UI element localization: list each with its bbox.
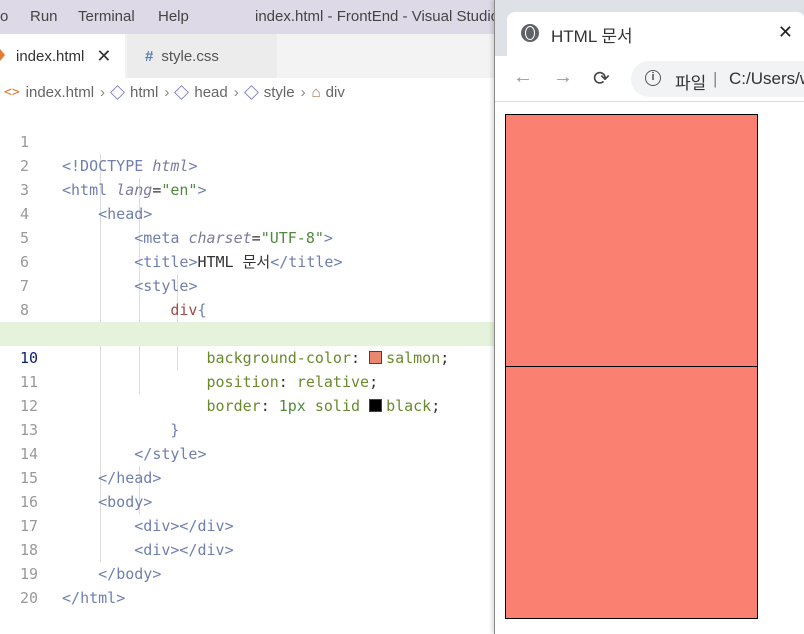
breadcrumb-item-html[interactable]: html xyxy=(130,84,158,101)
html-file-icon: <> xyxy=(4,84,20,100)
info-icon[interactable]: i xyxy=(645,70,661,86)
menu-item-help[interactable]: Help xyxy=(158,8,189,25)
rendered-salmon-box xyxy=(505,366,758,619)
url-text[interactable]: C:/Users/w xyxy=(729,69,804,89)
element-icon xyxy=(174,84,190,100)
element-icon xyxy=(243,84,259,100)
browser-viewport xyxy=(495,103,804,634)
element-icon xyxy=(110,84,125,100)
menu-item-go[interactable]: o xyxy=(0,8,8,25)
rendered-salmon-box xyxy=(505,114,758,367)
browser-tab[interactable]: HTML 문서 ✕ xyxy=(507,12,804,56)
tab-style-css[interactable]: # style.css xyxy=(127,34,277,78)
tab-label: index.html xyxy=(16,47,85,65)
breadcrumb-item-head[interactable]: head xyxy=(194,84,227,101)
selector-icon: ⌂ xyxy=(311,83,321,101)
back-arrow-icon[interactable]: ← xyxy=(513,66,533,89)
divider: | xyxy=(713,69,718,88)
reload-icon[interactable]: ⟳ xyxy=(593,66,610,91)
tab-index-html[interactable]: index.html ✕ xyxy=(0,34,125,78)
browser-tab-strip: HTML 문서 ✕ xyxy=(495,0,804,56)
chevron-right-icon: › xyxy=(164,83,170,101)
origin-label: 파일 xyxy=(675,74,707,93)
address-bar[interactable]: i 파일 | C:/Users/w xyxy=(631,61,804,97)
forward-arrow-icon[interactable]: → xyxy=(553,66,573,89)
globe-icon xyxy=(521,24,539,42)
menu-item-terminal[interactable]: Terminal xyxy=(78,8,135,25)
browser-window: HTML 문서 ✕ ← → ⟳ i 파일 | C:/Users/w xyxy=(494,0,804,634)
breadcrumb-item-style[interactable]: style xyxy=(264,84,295,101)
close-icon[interactable]: ✕ xyxy=(778,22,793,43)
css-file-icon: # xyxy=(145,47,154,65)
breadcrumb-item-div[interactable]: div xyxy=(326,84,345,101)
chevron-right-icon: › xyxy=(233,83,239,101)
menu-item-run[interactable]: Run xyxy=(30,8,58,25)
tab-label: style.css xyxy=(161,47,219,65)
close-icon[interactable]: ✕ xyxy=(96,46,111,67)
breadcrumb-item-file[interactable]: index.html xyxy=(26,84,94,101)
browser-tab-title: HTML 문서 xyxy=(551,27,633,46)
chevron-right-icon: › xyxy=(100,83,106,101)
browser-toolbar: ← → ⟳ i 파일 | C:/Users/w xyxy=(495,56,804,102)
chevron-right-icon: › xyxy=(300,83,306,101)
